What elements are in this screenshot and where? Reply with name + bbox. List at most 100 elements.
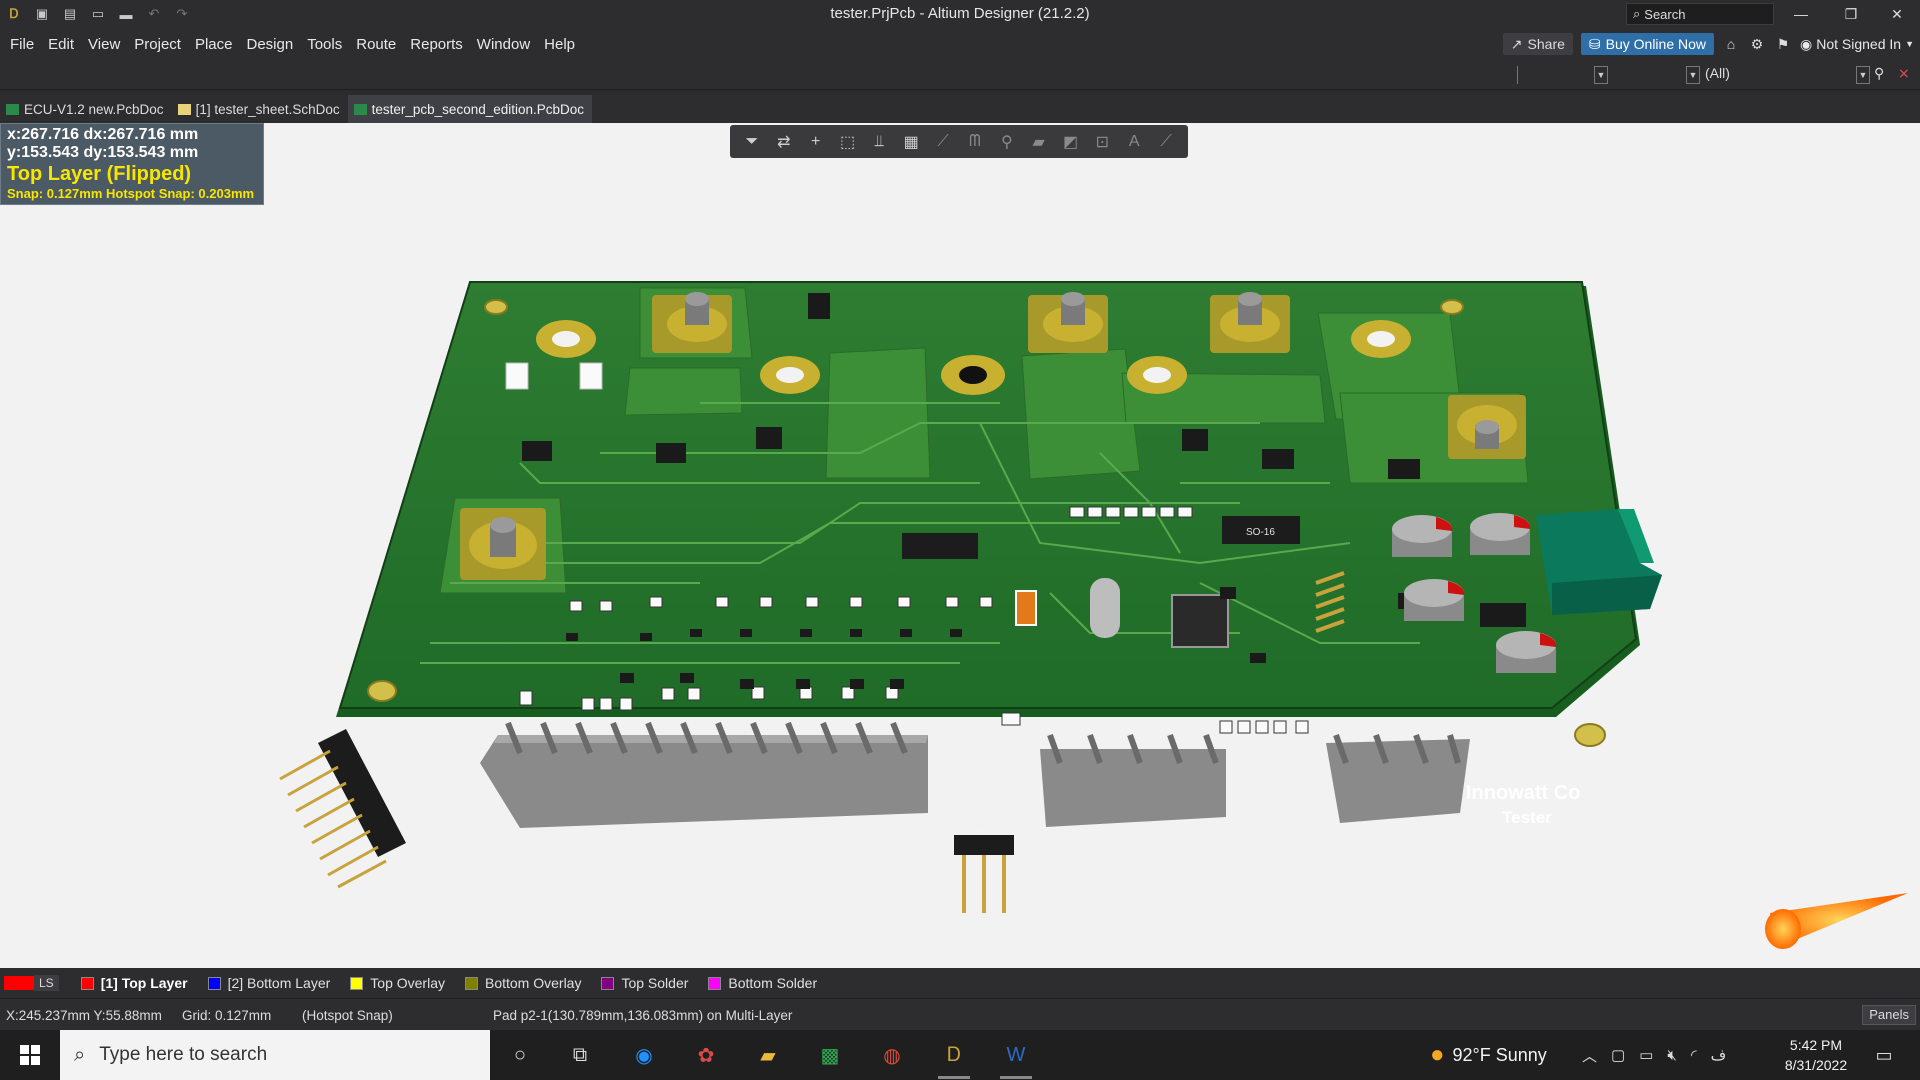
- edge-browser-icon[interactable]: ◉: [620, 1035, 668, 1075]
- language-icon[interactable]: ف: [1711, 1046, 1727, 1064]
- menu-file[interactable]: File: [0, 36, 41, 53]
- open-icon[interactable]: ▭: [90, 6, 106, 22]
- chrome-browser-icon[interactable]: ◍: [868, 1035, 916, 1075]
- menu-route[interactable]: Route: [349, 36, 403, 53]
- menu-help[interactable]: Help: [537, 36, 582, 53]
- close-button[interactable]: ✕: [1874, 0, 1920, 28]
- menu-edit[interactable]: Edit: [41, 36, 81, 53]
- chevron-down-icon: ▼: [1688, 70, 1698, 80]
- save-icon[interactable]: ▣: [34, 6, 50, 22]
- undo-icon[interactable]: ↶: [146, 6, 162, 22]
- menu-tools[interactable]: Tools: [300, 36, 349, 53]
- minimize-button[interactable]: —: [1778, 0, 1824, 28]
- crosshair-icon[interactable]: +: [800, 128, 832, 156]
- clear-filter-icon[interactable]: ⚲: [1874, 65, 1884, 82]
- line-icon[interactable]: ⟋: [1150, 128, 1182, 156]
- battery-icon[interactable]: ▭: [1639, 1046, 1653, 1064]
- panels-button[interactable]: Panels: [1862, 1005, 1916, 1025]
- meet-now-icon[interactable]: ▢: [1611, 1046, 1625, 1064]
- text-icon[interactable]: A: [1118, 128, 1150, 156]
- layer-tab-top-overlay[interactable]: Top Overlay: [340, 968, 455, 998]
- move-icon[interactable]: ⇄: [768, 128, 800, 156]
- account-menu[interactable]: ◉ Not Signed In ▼: [1800, 36, 1914, 53]
- search-box[interactable]: ⌕ Search: [1626, 3, 1774, 25]
- menu-reports[interactable]: Reports: [403, 36, 470, 53]
- filter-dropdown[interactable]: ▼: [1686, 66, 1700, 84]
- toolbar-separator: [1517, 66, 1518, 84]
- diff-pair-icon[interactable]: ᗰ: [959, 128, 991, 156]
- layer-tab-bottom-solder[interactable]: Bottom Solder: [698, 968, 827, 998]
- menu-window[interactable]: Window: [470, 36, 537, 53]
- spreadsheet-app-icon[interactable]: ▩: [806, 1035, 854, 1075]
- taskbar-clock[interactable]: 5:42 PM 8/31/2022: [1764, 1035, 1868, 1075]
- altium-designer-taskbar-icon[interactable]: Ꭰ: [930, 1035, 978, 1079]
- tab-ecu-pcbdoc[interactable]: ECU-V1.2 new.PcbDoc: [0, 95, 172, 123]
- layer-tab-bottom-layer[interactable]: [2] Bottom Layer: [198, 968, 341, 998]
- layer-tab-top-layer[interactable]: [1] Top Layer: [71, 968, 198, 998]
- wifi-icon[interactable]: ◜: [1691, 1046, 1697, 1064]
- hud-current-layer: Top Layer (Flipped): [7, 163, 192, 185]
- remove-filter-icon[interactable]: ⨯: [1898, 65, 1910, 82]
- pcb-active-bar: ⏷ ⇄ + ⬚ ⫫ ▦ ⟋ ᗰ ⚲ ▰ ◩ ⊡ A ⟋: [730, 125, 1188, 158]
- layer-set-dropdown[interactable]: ▼: [1594, 66, 1608, 84]
- taskbar-search[interactable]: ⌕ Type here to search: [60, 1030, 490, 1080]
- chevron-up-icon[interactable]: ︿: [1582, 1045, 1597, 1066]
- menu-place[interactable]: Place: [188, 36, 240, 53]
- tab-tester-pcb-second-edition[interactable]: tester_pcb_second_edition.PcbDoc: [347, 95, 593, 123]
- home-icon[interactable]: ⌂: [1722, 36, 1740, 52]
- restore-button[interactable]: ❐: [1828, 0, 1874, 28]
- weather-widget[interactable]: ● 92°F Sunny: [1430, 1030, 1547, 1080]
- system-tray: ︿ ▢ ▭ 🔇︎ ◜ ف: [1582, 1030, 1726, 1080]
- file-explorer-icon[interactable]: ▰: [744, 1035, 792, 1075]
- pcb-3d-view[interactable]: SO-16 J2 Innowatt Co Tester x:267.716 dx…: [0, 123, 1920, 968]
- word-app-icon[interactable]: W: [992, 1035, 1040, 1079]
- current-layer-swatch: [4, 976, 34, 990]
- route-icon[interactable]: ⟋: [927, 128, 959, 156]
- gear-icon[interactable]: ⚙: [1748, 36, 1766, 53]
- status-bar: X:245.237mm Y:55.88mm Grid: 0.127mm (Hot…: [0, 998, 1920, 1030]
- ic-label: SO-16: [1246, 527, 1275, 538]
- dimension-icon[interactable]: ⊡: [1086, 128, 1118, 156]
- layer-tab-top-solder[interactable]: Top Solder: [591, 968, 698, 998]
- align-icon[interactable]: ⫫: [863, 128, 895, 156]
- search-label: Search: [1644, 6, 1686, 22]
- redo-icon[interactable]: ↷: [174, 6, 190, 22]
- filter-all-label[interactable]: (All): [1705, 65, 1730, 81]
- hud-snap-info: Snap: 0.127mm Hotspot Snap: 0.203mm: [7, 186, 255, 201]
- volume-muted-icon[interactable]: 🔇︎: [1667, 1047, 1676, 1064]
- pcb-board-3d[interactable]: SO-16 J2 Innowatt Co Tester: [0, 123, 1920, 968]
- notification-center-icon[interactable]: ▭: [1864, 1040, 1904, 1070]
- layer-tab-bottom-overlay[interactable]: Bottom Overlay: [455, 968, 591, 998]
- altium-logo-icon[interactable]: Ꭰ: [6, 6, 22, 22]
- save-all-icon[interactable]: ▤: [62, 6, 78, 22]
- start-button[interactable]: [0, 1030, 60, 1080]
- polygon-icon[interactable]: ▰: [1023, 128, 1055, 156]
- filter-icon[interactable]: ⏷: [736, 128, 768, 156]
- cortana-icon[interactable]: ○: [496, 1035, 544, 1075]
- select-rectangle-icon[interactable]: ⬚: [832, 128, 864, 156]
- menu-design[interactable]: Design: [240, 36, 301, 53]
- open-project-icon[interactable]: ▬: [118, 6, 134, 22]
- menu-project[interactable]: Project: [127, 36, 188, 53]
- status-grid: Grid: 0.127mm: [182, 1008, 272, 1023]
- header-label: J2: [976, 819, 986, 829]
- layer-color-swatch: [708, 976, 722, 990]
- hud-x-readout: x:267.716 dx:267.716 mm: [7, 126, 199, 143]
- layer-set-selector[interactable]: LS: [4, 975, 71, 991]
- hud-y-readout: y:153.543 dy:153.543 mm: [7, 144, 199, 161]
- chevron-down-icon: ▼: [1858, 70, 1868, 80]
- region-icon[interactable]: ◩: [1055, 128, 1087, 156]
- search-icon: ⌕: [74, 1043, 86, 1066]
- tab-tester-schdoc[interactable]: [1] tester_sheet.SchDoc: [172, 95, 348, 123]
- via-icon[interactable]: ⚲: [991, 128, 1023, 156]
- place-component-icon[interactable]: ▦: [895, 128, 927, 156]
- paint-app-icon[interactable]: ✿: [682, 1035, 730, 1075]
- selection-filter-dropdown[interactable]: ▼: [1856, 66, 1870, 84]
- buy-online-button[interactable]: ⛁ Buy Online Now: [1580, 33, 1715, 55]
- notifications-icon[interactable]: ⚑: [1774, 36, 1792, 53]
- menu-view[interactable]: View: [81, 36, 127, 53]
- share-button[interactable]: ↗ Share: [1502, 33, 1573, 55]
- status-pad-info: Pad p2-1(130.789mm,136.083mm) on Multi-L…: [493, 1008, 793, 1023]
- layer-color-swatch: [464, 976, 478, 990]
- task-view-icon[interactable]: ⧉: [556, 1035, 604, 1075]
